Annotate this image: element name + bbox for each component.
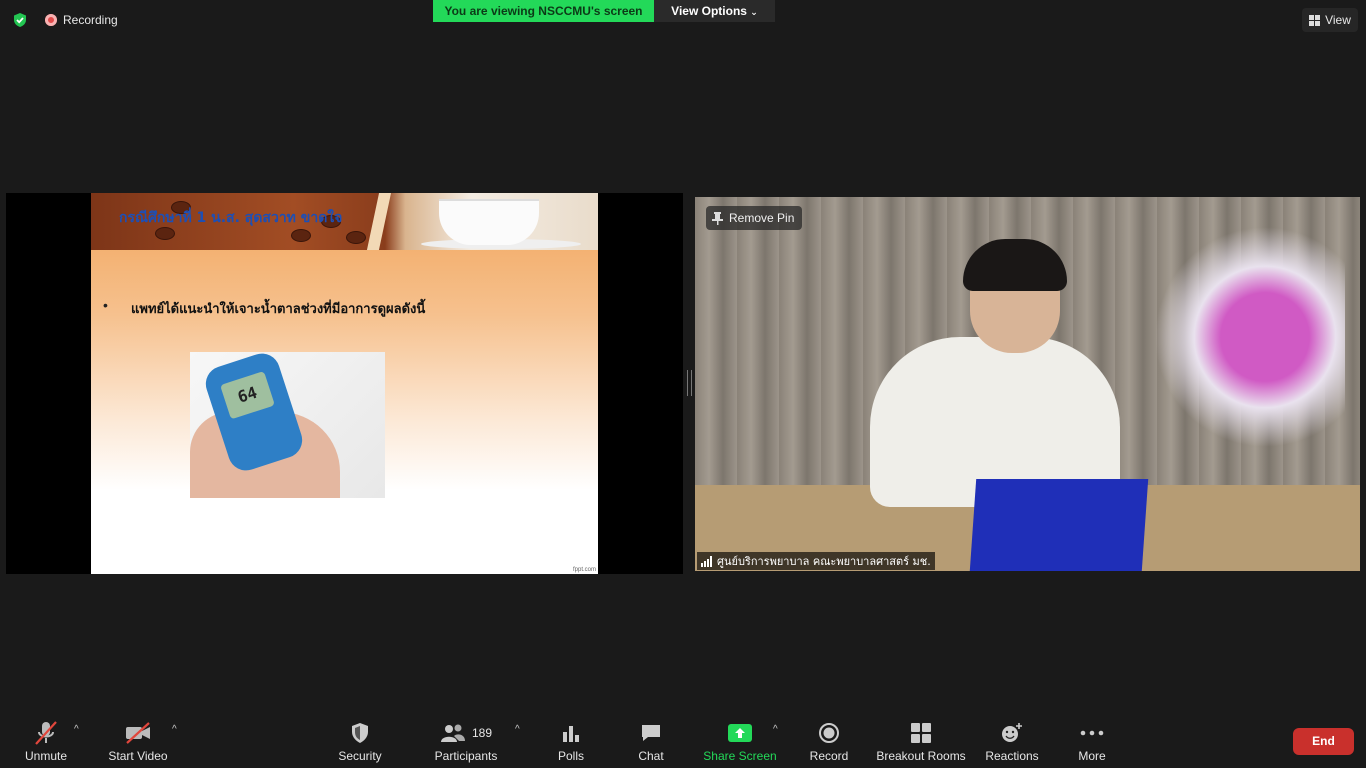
record-label: Record [809,749,849,763]
record-button[interactable]: Record [808,718,850,768]
participants-icon [440,724,465,742]
view-button[interactable]: View [1302,8,1358,32]
participants-button[interactable]: 189 Participants [432,718,500,768]
polls-label: Polls [557,749,584,763]
view-options-label: View Options [671,4,747,18]
participants-label: Participants [434,749,498,763]
shared-screen[interactable]: กรณีศึกษาที่ 1 น.ส. สุดสวาท ขาดใจ • แพทย… [6,193,683,574]
end-meeting-button[interactable]: End [1293,728,1354,755]
video-off-icon [126,722,150,744]
breakout-rooms-icon [911,723,931,743]
share-options-chevron-icon[interactable]: ^ [773,724,778,735]
more-label: More [1078,749,1106,763]
breakout-rooms-label: Breakout Rooms [876,749,966,763]
participants-options-chevron-icon[interactable]: ^ [515,724,520,735]
pin-icon [712,211,723,225]
recording-indicator[interactable]: Recording [45,13,118,27]
view-options-button[interactable]: View Options ⌄ [654,0,775,22]
polls-button[interactable]: Polls [552,718,590,768]
more-button[interactable]: More [1074,718,1110,768]
glucose-meter-photo: 64 [190,352,385,498]
reactions-label: Reactions [985,749,1039,763]
bullet-icon: • [103,297,108,313]
split-view-resize-handle[interactable] [687,370,692,396]
signal-strength-icon [701,555,712,567]
participant-name-tag: ศูนย์บริการพยาบาล คณะพยาบาลศาสตร์ มช. [697,552,935,570]
start-video-label: Start Video [108,749,168,763]
participant-name: ศูนย์บริการพยาบาล คณะพยาบาลศาสตร์ มช. [717,555,931,568]
coffee-cup-image [439,201,539,245]
pinned-video[interactable] [695,197,1360,571]
recording-dot-icon [45,14,57,26]
polls-icon [563,726,579,742]
breakout-rooms-button[interactable]: Breakout Rooms [874,718,968,768]
slide-watermark: fppt.com [572,567,596,573]
grid-view-icon [1309,14,1321,26]
chat-icon [642,725,660,741]
viewing-screen-banner: You are viewing NSCCMU's screen [433,0,654,22]
security-label: Security [338,749,382,763]
remove-pin-label: Remove Pin [729,211,795,225]
unmute-label: Unmute [24,749,68,763]
laptop [969,479,1149,571]
share-screen-icon [728,724,752,742]
slide-title: กรณีศึกษาที่ 1 น.ส. สุดสวาท ขาดใจ [119,210,343,226]
audio-options-chevron-icon[interactable]: ^ [74,724,79,735]
security-button[interactable]: Security [334,718,386,768]
reactions-button[interactable]: Reactions [984,718,1040,768]
chevron-down-icon: ⌄ [750,7,758,17]
unmute-button[interactable]: Unmute [22,718,70,768]
muted-microphone-icon [35,721,57,745]
video-options-chevron-icon[interactable]: ^ [172,724,177,735]
reactions-icon [1002,723,1022,742]
start-video-button[interactable]: Start Video [106,718,170,768]
slide-bullet-text: แพทย์ได้แนะนำให้เจาะน้ำตาลช่วงที่มีอาการ… [131,302,426,317]
chat-label: Chat [638,749,664,763]
more-dots-icon [1080,730,1104,736]
chat-button[interactable]: Chat [632,718,670,768]
security-shield-icon[interactable] [12,12,28,28]
share-screen-button[interactable]: Share Screen [702,718,778,768]
view-label: View [1325,13,1351,27]
flower-arrangement [1145,207,1345,467]
share-screen-label: Share Screen [703,749,777,763]
recording-label: Recording [63,13,118,27]
record-icon [819,723,839,743]
participants-count: 189 [471,726,493,740]
meter-reading: 64 [220,370,275,420]
presentation-slide: กรณีศึกษาที่ 1 น.ส. สุดสวาท ขาดใจ • แพทย… [91,193,598,574]
remove-pin-button[interactable]: Remove Pin [706,206,803,230]
security-shield-toolbar-icon [352,723,368,743]
